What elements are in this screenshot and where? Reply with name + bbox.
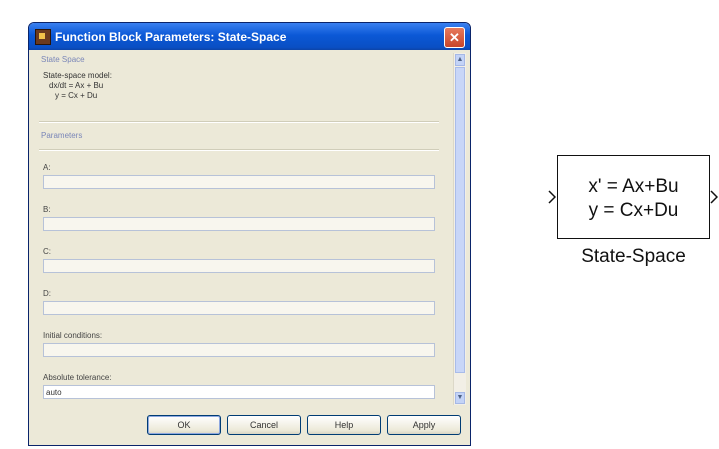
output-port-icon[interactable] <box>710 190 718 204</box>
window-title: Function Block Parameters: State-Space <box>55 30 287 44</box>
parameters-pane: State Space State-space model: dx/dt = A… <box>35 53 459 405</box>
ok-button[interactable]: OK <box>147 415 221 435</box>
param-c-input[interactable] <box>43 259 435 273</box>
initial-conditions-input[interactable] <box>43 343 435 357</box>
block-name-label[interactable]: State-Space <box>557 246 710 268</box>
param-a-input[interactable] <box>43 175 435 189</box>
block-parameters-dialog: Function Block Parameters: State-Space ✕… <box>28 22 471 446</box>
param-a-label: A: <box>43 163 51 172</box>
block-equation-1: x' = Ax+Bu <box>588 176 679 197</box>
vertical-scrollbar[interactable]: ▲ ▼ <box>453 53 466 405</box>
param-d-label: D: <box>43 289 51 298</box>
model-description: State-space model: dx/dt = Ax + Bu y = C… <box>43 71 112 101</box>
param-b-label: B: <box>43 205 51 214</box>
simulink-block-icon <box>35 29 51 45</box>
description-line-1: State-space model: <box>43 71 112 80</box>
title-bar[interactable]: Function Block Parameters: State-Space ✕ <box>29 23 470 50</box>
absolute-tolerance-input[interactable] <box>43 385 435 399</box>
absolute-tolerance-label: Absolute tolerance: <box>43 373 112 382</box>
description-line-2: dx/dt = Ax + Bu <box>49 81 104 90</box>
initial-conditions-label: Initial conditions: <box>43 331 103 340</box>
dialog-button-bar: OK Cancel Help Apply <box>29 411 470 441</box>
param-d-input[interactable] <box>43 301 435 315</box>
scroll-up-icon[interactable]: ▲ <box>455 54 465 66</box>
param-b-input[interactable] <box>43 217 435 231</box>
scroll-down-icon[interactable]: ▼ <box>455 392 465 404</box>
scrollbar-thumb[interactable] <box>455 67 465 373</box>
section-divider <box>39 121 439 123</box>
block-equation-2: y = Cx+Du <box>588 200 679 221</box>
apply-button[interactable]: Apply <box>387 415 461 435</box>
input-port-icon[interactable] <box>548 190 556 204</box>
description-line-3: y = Cx + Du <box>55 91 98 100</box>
section-title: State Space <box>41 55 85 64</box>
close-button[interactable]: ✕ <box>444 27 465 48</box>
parameters-divider <box>39 149 439 151</box>
cancel-button[interactable]: Cancel <box>227 415 301 435</box>
help-button[interactable]: Help <box>307 415 381 435</box>
param-c-label: C: <box>43 247 51 256</box>
parameters-title: Parameters <box>41 131 83 140</box>
state-space-block[interactable]: x' = Ax+Bu y = Cx+Du <box>557 155 710 239</box>
